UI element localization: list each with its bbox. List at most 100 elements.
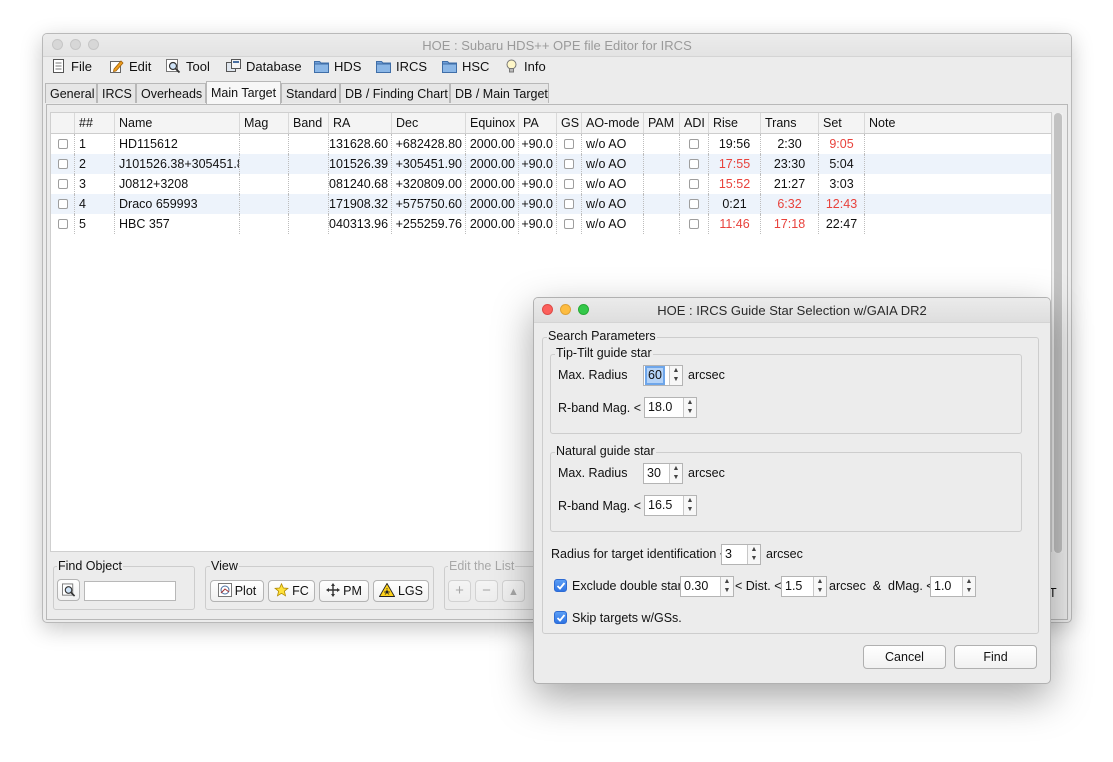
row-set: 3:03 — [819, 174, 865, 194]
col-num[interactable]: ## — [75, 113, 115, 133]
tiptilt-rmag-spinner[interactable]: 18.0 ▲ ▼ — [644, 397, 697, 418]
spinner-arrows-icon[interactable]: ▲ ▼ — [962, 577, 975, 596]
tab-db-finding-chart[interactable]: DB / Finding Chart — [340, 83, 450, 103]
find-object-label: Find Object — [57, 559, 123, 573]
lgs-button[interactable]: LGS — [373, 580, 429, 602]
skip-targets-checkbox[interactable] — [554, 611, 567, 624]
natural-rmag-value[interactable]: 16.5 — [648, 498, 672, 512]
row-select-checkbox[interactable] — [51, 214, 75, 234]
natural-max-radius-value[interactable]: 30 — [647, 466, 661, 480]
remove-target-button[interactable]: − — [475, 580, 498, 602]
target-id-spinner[interactable]: 3 ▲ ▼ — [721, 544, 761, 565]
menu-edit[interactable]: Edit — [109, 58, 151, 76]
menu-ircs[interactable]: IRCS — [376, 58, 427, 76]
spinner-arrows-icon[interactable]: ▲ ▼ — [683, 398, 696, 417]
spinner-arrows-icon[interactable]: ▲ ▼ — [669, 366, 682, 385]
exclude-double-value[interactable]: 0.30 — [684, 579, 708, 593]
menu-hds[interactable]: HDS — [314, 58, 361, 76]
row-select-checkbox[interactable] — [51, 194, 75, 214]
cancel-button[interactable]: Cancel — [863, 645, 946, 669]
row-rise: 17:55 — [709, 154, 761, 174]
col-ao-mode[interactable]: AO-mode — [582, 113, 644, 133]
row-dec: +255259.76 — [392, 214, 466, 234]
menu-file[interactable]: File — [51, 58, 92, 76]
spinner-arrows-icon[interactable]: ▲ ▼ — [813, 577, 826, 596]
row-adi-checkbox[interactable] — [680, 214, 709, 234]
row-gs-checkbox[interactable] — [557, 134, 582, 154]
col-trans[interactable]: Trans — [761, 113, 819, 133]
col-mag[interactable]: Mag — [240, 113, 289, 133]
plot-button[interactable]: Plot — [210, 580, 264, 602]
menu-info[interactable]: Info — [504, 58, 546, 76]
dmag-value[interactable]: 1.0 — [934, 579, 951, 593]
row-gs-checkbox[interactable] — [557, 194, 582, 214]
tiptilt-rmag-value[interactable]: 18.0 — [648, 400, 672, 414]
col-dec[interactable]: Dec — [392, 113, 466, 133]
spinner-arrows-icon[interactable]: ▲ ▼ — [747, 545, 760, 564]
target-id-value[interactable]: 3 — [725, 547, 732, 561]
natural-rmag-spinner[interactable]: 16.5 ▲ ▼ — [644, 495, 697, 516]
find-object-input[interactable] — [84, 581, 176, 601]
table-row[interactable]: 5 HBC 357 040313.96 +255259.76 2000.00 +… — [51, 214, 1051, 234]
exclude-double-label[interactable]: Exclude double star — [572, 579, 682, 593]
find-object-button[interactable] — [57, 579, 80, 601]
col-set[interactable]: Set — [819, 113, 865, 133]
scrollbar-thumb[interactable] — [1054, 113, 1062, 553]
find-button[interactable]: Find — [954, 645, 1037, 669]
col-name[interactable]: Name — [115, 113, 240, 133]
add-target-button[interactable]: + — [448, 580, 471, 602]
spinner-arrows-icon[interactable]: ▲ ▼ — [669, 464, 682, 483]
table-row[interactable]: 4 Draco 659993 171908.32 +575750.60 2000… — [51, 194, 1051, 214]
pm-button[interactable]: PM — [319, 580, 369, 602]
tab-overheads[interactable]: Overheads — [136, 83, 206, 103]
row-adi-checkbox[interactable] — [680, 154, 709, 174]
table-row[interactable]: 2 J101526.38+305451.8 101526.39 +305451.… — [51, 154, 1051, 174]
spinner-arrows-icon[interactable]: ▲ ▼ — [720, 577, 733, 596]
dist-spinner[interactable]: 1.5 ▲ ▼ — [781, 576, 827, 597]
table-row[interactable]: 3 J0812+3208 081240.68 +320809.00 2000.0… — [51, 174, 1051, 194]
skip-targets-label[interactable]: Skip targets w/GSs. — [572, 611, 682, 625]
col-select[interactable] — [51, 113, 75, 133]
col-adi[interactable]: ADI — [680, 113, 709, 133]
table-row[interactable]: 1 HD115612 131628.60 +682428.80 2000.00 … — [51, 134, 1051, 154]
table-vertical-scrollbar[interactable] — [1053, 113, 1063, 553]
tiptilt-max-radius-value[interactable]: 60 — [645, 366, 665, 385]
fc-button[interactable]: FC — [268, 580, 315, 602]
row-gs-checkbox[interactable] — [557, 174, 582, 194]
natural-max-radius-spinner[interactable]: 30 ▲ ▼ — [643, 463, 683, 484]
menu-database[interactable]: Database — [226, 58, 302, 76]
natural-label: Natural guide star — [555, 444, 656, 458]
row-adi-checkbox[interactable] — [680, 134, 709, 154]
row-adi-checkbox[interactable] — [680, 194, 709, 214]
col-equinox[interactable]: Equinox — [466, 113, 519, 133]
row-band — [289, 214, 329, 234]
tab-standard[interactable]: Standard — [281, 83, 340, 103]
tab-main-target[interactable]: Main Target — [206, 81, 281, 104]
row-gs-checkbox[interactable] — [557, 214, 582, 234]
col-note[interactable]: Note — [865, 113, 1051, 133]
tab-general[interactable]: General — [45, 83, 97, 103]
row-select-checkbox[interactable] — [51, 174, 75, 194]
col-gs[interactable]: GS — [557, 113, 582, 133]
spinner-arrows-icon[interactable]: ▲ ▼ — [683, 496, 696, 515]
row-band — [289, 154, 329, 174]
col-pam[interactable]: PAM — [644, 113, 680, 133]
exclude-double-checkbox[interactable] — [554, 579, 567, 592]
col-ra[interactable]: RA — [329, 113, 392, 133]
col-pa[interactable]: PA — [519, 113, 557, 133]
tiptilt-max-radius-spinner[interactable]: 60 ▲ ▼ — [643, 365, 683, 386]
exclude-double-spinner[interactable]: 0.30 ▲ ▼ — [680, 576, 734, 597]
row-gs-checkbox[interactable] — [557, 154, 582, 174]
menu-tool[interactable]: Tool — [166, 58, 210, 76]
tab-db-main-target[interactable]: DB / Main Target — [450, 83, 549, 103]
row-adi-checkbox[interactable] — [680, 174, 709, 194]
move-up-button[interactable]: ▲ — [502, 580, 525, 602]
row-select-checkbox[interactable] — [51, 154, 75, 174]
tab-ircs[interactable]: IRCS — [97, 83, 136, 103]
col-band[interactable]: Band — [289, 113, 329, 133]
col-rise[interactable]: Rise — [709, 113, 761, 133]
row-select-checkbox[interactable] — [51, 134, 75, 154]
dmag-spinner[interactable]: 1.0 ▲ ▼ — [930, 576, 976, 597]
menu-hsc[interactable]: HSC — [442, 58, 489, 76]
dist-value[interactable]: 1.5 — [785, 579, 802, 593]
